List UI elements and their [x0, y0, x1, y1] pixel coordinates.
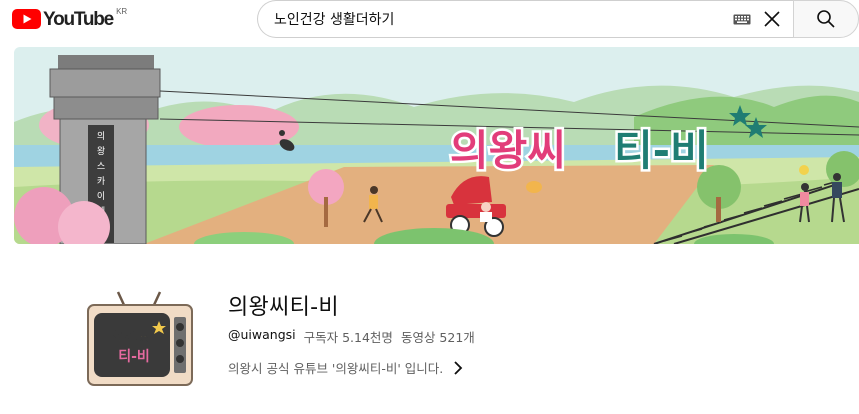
country-code: KR — [116, 7, 128, 16]
tower-sign-char-2: 왕 — [97, 146, 105, 157]
channel-name: 의왕씨티-비 — [228, 295, 339, 320]
channel-description-text: 의왕시 공식 유튜브 '의왕씨티-비' 입니다. — [228, 361, 444, 376]
channel-description[interactable]: 의왕시 공식 유튜브 '의왕씨티-비' 입니다. — [228, 358, 463, 377]
search-bar — [257, 0, 859, 38]
banner-title-part-1: 의왕씨 — [450, 126, 566, 175]
avatar[interactable]: 의왕씨 티-비 — [84, 287, 196, 399]
avatar-text-line-1: 의왕씨 — [113, 329, 152, 346]
search-input[interactable] — [274, 1, 733, 37]
channel-banner: 의 왕 스 카 이 레 일 — [14, 47, 859, 244]
banner-title-part-2: 티-비 — [614, 126, 709, 175]
video-count: 동영상 521개 — [400, 330, 475, 345]
chevron-right-icon[interactable] — [453, 360, 463, 375]
subscriber-count: 구독자 5.14천명 — [303, 330, 393, 345]
keyboard-icon[interactable] — [733, 13, 751, 25]
tower-sign-char-1: 의 — [97, 131, 105, 142]
tower-sign-char-3: 스 — [97, 161, 105, 172]
youtube-wordmark: YouTube — [43, 9, 114, 30]
banner-illustration: 의 왕 스 카 이 레 일 — [14, 47, 859, 244]
avatar-text-line-2: 티-비 — [118, 349, 150, 365]
channel-meta: @uiwangsi 구독자 5.14천명 동영상 521개 — [228, 327, 475, 346]
search-button[interactable] — [793, 0, 859, 38]
tower-sign-char-4: 카 — [97, 176, 105, 187]
clear-search-icon[interactable] — [761, 8, 783, 30]
youtube-play-icon — [12, 9, 41, 29]
search-box — [257, 0, 793, 38]
top-bar: YouTube KR — [0, 0, 859, 40]
tower-sign-char-5: 이 — [97, 191, 105, 202]
channel-handle: @uiwangsi — [228, 327, 296, 342]
youtube-logo[interactable]: YouTube KR — [12, 7, 128, 31]
search-icon — [817, 10, 835, 28]
